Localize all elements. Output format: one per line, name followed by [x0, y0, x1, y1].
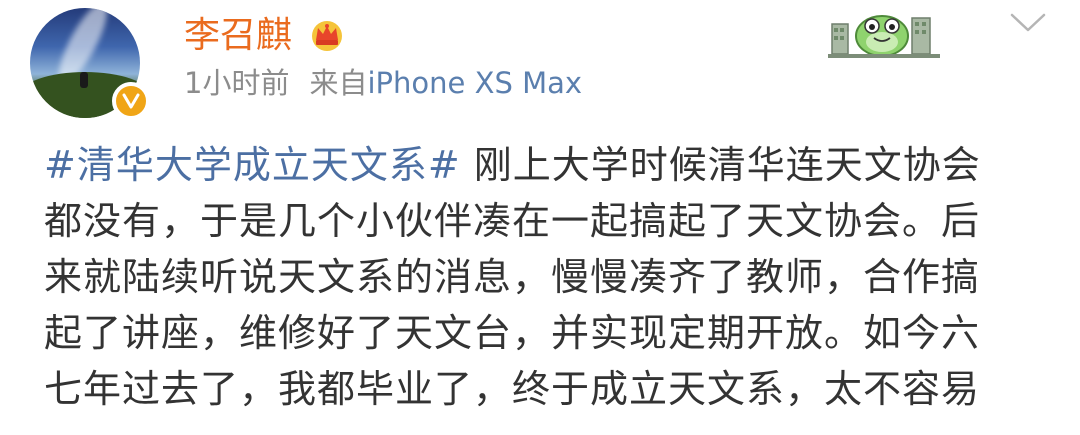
username[interactable]: 李召麒 [184, 14, 292, 58]
post-text: 刚上大学时候清华连天文协会 [460, 143, 981, 187]
post-text: 都没有，于是几个小伙伴凑在一起搞起了天文协会。后 [44, 199, 981, 243]
post-text: 来就陆续听说天文系的消息，慢慢凑齐了教师，合作搞 [44, 255, 981, 299]
dinosaur-card-illustration[interactable] [828, 2, 940, 58]
post-time: 1小时前 [184, 66, 290, 100]
post-text: 起了讲座，维修好了天文台，并实现定期开放。如今六 [44, 311, 981, 355]
avatar-person [80, 72, 88, 88]
chevron-down-icon[interactable] [1008, 10, 1048, 36]
source-prefix: 来自 [309, 66, 368, 100]
vip-crown-icon[interactable] [308, 18, 346, 52]
weibo-post: 李召麒 1小时前 来自iPhone XS Max #清华大学成立天文系# 刚上大… [0, 0, 1080, 435]
post-meta: 1小时前 来自iPhone XS Max [184, 62, 582, 104]
post-line-1: #清华大学成立天文系# 刚上大学时候清华连天文协会 [44, 137, 1074, 193]
post-content: #清华大学成立天文系# 刚上大学时候清华连天文协会 都没有，于是几个小伙伴凑在一… [44, 137, 1074, 417]
topic-link[interactable]: #清华大学成立天文系# [44, 143, 461, 187]
source-device[interactable]: iPhone XS Max [367, 66, 582, 100]
verified-badge-icon [112, 82, 150, 120]
post-text: 七年过去了，我都毕业了，终于成立天文系，太不容易 [44, 367, 981, 411]
